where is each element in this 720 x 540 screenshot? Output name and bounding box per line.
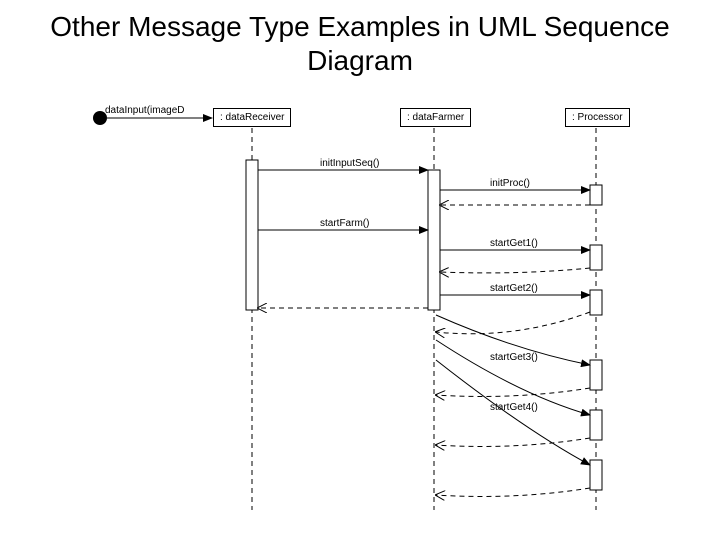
- diagram-canvas: [0, 0, 720, 540]
